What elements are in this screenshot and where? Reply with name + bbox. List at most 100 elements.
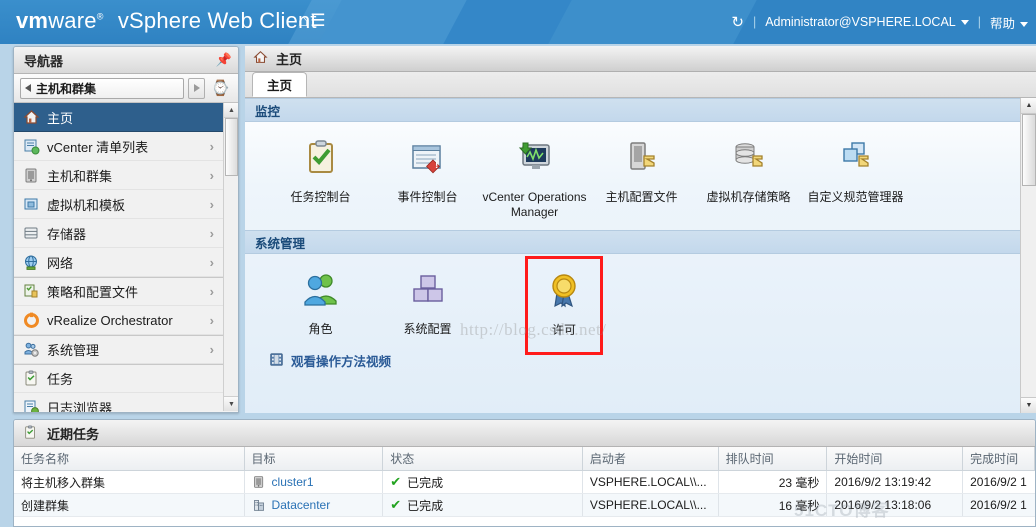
customization-spec-icon [836,138,876,181]
check-icon: ✔ [390,474,402,489]
main-content-panel: 主页 主页 监控 任务控制台 ! 事件控制台 vCenter Operation… [245,46,1036,413]
roles-users-icon [301,270,341,313]
vcops-icon [515,138,555,181]
sidebar-item-administration[interactable]: 系统管理 › [14,335,223,364]
sidebar-scrollbar[interactable]: ▲ ▼ [223,103,238,411]
vm-storage-policy-icon [729,138,769,181]
tile-label: 任务控制台 [290,190,351,204]
tile-host-profiles[interactable]: 主机配置文件 [588,136,695,220]
content-scrollbar[interactable]: ▲ ▼ [1020,98,1036,413]
sidebar-item-vcenter-inventory[interactable]: vCenter 清单列表 › [14,132,223,161]
table-row[interactable]: 将主机移入群集 cluster1 ✔ 已完成 VSPHERE.LOCAL\\..… [14,471,1035,494]
cell-status-label: 已完成 [407,498,444,513]
header-right-cluster: ↻ | Administrator@VSPHERE.LOCAL | 帮助 [731,0,1028,44]
column-header-queue-time[interactable]: 排队时间 [719,447,828,470]
tab-home[interactable]: 主页 [252,72,308,97]
nav-current-label: 主机和群集 [36,81,97,96]
column-header-start-time[interactable]: 开始时间 [827,447,964,470]
sidebar-item-vms-templates[interactable]: 虚拟机和模板 › [14,190,223,219]
user-menu[interactable]: Administrator@VSPHERE.LOCAL [765,15,969,29]
administration-tiles: 角色 系统配置 许可 [245,254,1036,365]
brand-vm: vm [16,8,49,33]
sidebar-item-policies-profiles[interactable]: 策略和配置文件 › [14,277,223,306]
column-header-status[interactable]: 状态 [383,447,583,470]
column-header-task-name[interactable]: 任务名称 [14,447,245,470]
administration-icon [23,341,40,358]
host-icon [252,475,266,489]
tile-customization-spec-manager[interactable]: 自定义规范管理器 [802,136,909,220]
sidebar-item-label: 系统管理 [47,343,100,358]
section-header-monitoring: 监控 [245,98,1036,122]
pin-icon[interactable]: 📌 [216,52,232,68]
menu-icon[interactable]: ☰ [310,11,327,30]
scroll-up-arrow-icon[interactable]: ▲ [224,103,238,118]
cell-target-label: cluster1 [271,475,314,489]
sidebar-item-log-browser[interactable]: 日志浏览器 [14,393,223,412]
sidebar-item-label: vRealize Orchestrator [47,312,173,328]
chevron-right-icon: › [209,342,214,357]
navigator-title: 导航器 [24,53,64,69]
tile-licensing[interactable]: 许可 [525,256,603,355]
navigator-items: 主页 vCenter 清单列表 › 主机和群集 › 虚拟机和模板 › 存储器 ›… [14,103,223,412]
forward-arrow-icon [193,84,200,92]
event-console-icon: ! [408,138,448,181]
cell-initiator: VSPHERE.LOCAL\\... [583,471,719,493]
cell-complete-time: 2016/9/2 1 [970,498,1027,512]
history-clock-icon[interactable]: ⌚ [209,79,232,97]
sidebar-item-networking[interactable]: 网络 › [14,248,223,277]
tile-label: 虚拟机存储策略 [706,190,791,204]
sidebar-item-storage[interactable]: 存储器 › [14,219,223,248]
network-globe-icon [23,254,40,271]
cell-status: ✔ 已完成 [383,471,583,493]
section-header-administration: 系统管理 [245,230,1036,254]
sidebar-item-label: 存储器 [47,226,87,242]
cell-start-time: 2016/9/2 13:19:42 [827,471,964,493]
tile-vm-storage-policies[interactable]: 虚拟机存储策略 [695,136,802,220]
tile-vcenter-operations-manager[interactable]: vCenter Operations Manager [481,136,588,220]
tile-event-console[interactable]: ! 事件控制台 [374,136,481,220]
tile-label: 事件控制台 [397,190,458,204]
storage-icon [23,225,40,242]
table-row[interactable]: 创建群集 Datacenter ✔ 已完成 VSPHERE.LOCAL\\...… [14,494,1035,517]
license-ribbon-icon [544,271,584,314]
task-console-icon [301,138,341,181]
policy-profile-icon [23,283,40,300]
nav-back-button[interactable]: 主机和群集 [20,77,185,99]
tile-task-console[interactable]: 任务控制台 [267,136,374,220]
cell-target[interactable]: cluster1 [245,471,384,493]
scrollbar-thumb[interactable] [1022,114,1036,186]
inventory-list-icon [23,138,40,155]
refresh-icon[interactable]: ↻ [731,13,744,31]
breadcrumb-label: 主页 [276,52,303,67]
home-icon [253,50,270,67]
how-to-video-link[interactable]: 观看操作方法视频 [245,351,1036,370]
column-header-complete-time[interactable]: 完成时间 [963,447,1035,470]
tile-roles[interactable]: 角色 [267,268,374,355]
sidebar-item-tasks[interactable]: 任务 [14,364,223,393]
column-header-target[interactable]: 目标 [245,447,384,470]
cell-status-label: 已完成 [407,475,444,490]
scroll-down-arrow-icon[interactable]: ▼ [1021,397,1036,413]
nav-forward-button[interactable] [188,77,206,99]
chevron-down-icon [960,20,969,26]
scrollbar-thumb[interactable] [225,118,238,176]
system-config-icon [408,270,448,313]
scroll-up-arrow-icon[interactable]: ▲ [1021,98,1036,114]
cell-queue-time: 23 毫秒 [719,471,828,493]
home-icon[interactable]: ⌂ [298,11,310,30]
cell-target[interactable]: Datacenter [245,494,384,516]
header-quick-icons[interactable]: ⌂☰ [298,11,328,31]
tile-label: 角色 [308,322,333,336]
sidebar-item-label: 主页 [47,110,74,126]
sidebar-item-home[interactable]: 主页 [14,103,223,132]
column-header-initiator[interactable]: 启动者 [583,447,719,470]
sidebar-item-hosts-clusters[interactable]: 主机和群集 › [14,161,223,190]
sidebar-item-vrealize-orchestrator[interactable]: vRealize Orchestrator › [14,306,223,335]
tile-system-configuration[interactable]: 系统配置 [374,268,481,355]
cell-initiator: VSPHERE.LOCAL\\... [583,494,719,516]
sidebar-item-label: 主机和群集 [47,168,113,184]
help-menu[interactable]: 帮助 [990,13,1028,32]
scroll-down-arrow-icon[interactable]: ▼ [224,396,238,411]
log-browser-icon [23,399,40,412]
tile-label: vCenter Operations Manager [482,190,587,219]
